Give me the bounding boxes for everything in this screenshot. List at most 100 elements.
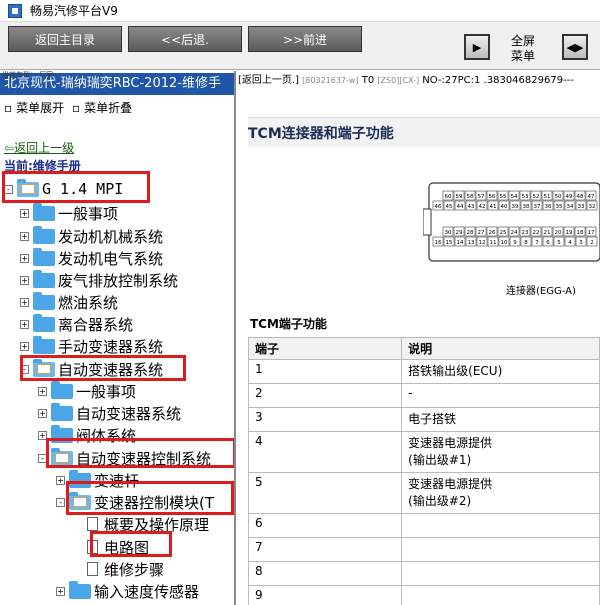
expand-toggle-icon[interactable]: +	[38, 408, 47, 418]
svg-text:4: 4	[568, 240, 572, 246]
doc-code: [80321637-w]	[302, 76, 359, 85]
tree-item[interactable]: + 输入速度传感器	[56, 580, 199, 602]
connector-pin: 51	[541, 190, 553, 201]
terminal-description	[401, 561, 600, 586]
folder-icon	[33, 335, 55, 354]
connector-pin: 19	[563, 226, 575, 237]
fullscreen-menu-button[interactable]: 全屏 菜单	[506, 34, 540, 64]
svg-text:35: 35	[556, 204, 563, 210]
expand-toggle-icon[interactable]: +	[20, 341, 29, 351]
table-row: 1 搭铁输出级(ECU)	[247, 359, 600, 384]
table-row: 6	[247, 513, 600, 538]
tree-item[interactable]: + 一般事项	[38, 380, 136, 402]
connector-pin: 17	[585, 226, 597, 237]
table-row: 9	[247, 585, 600, 605]
svg-text:47: 47	[588, 194, 595, 200]
connector-pin: 55	[497, 190, 509, 201]
svg-text:41: 41	[490, 204, 497, 210]
connector-pin: 40	[498, 200, 510, 211]
expand-toggle-icon[interactable]: +	[56, 586, 65, 596]
content-panel: [返回上一页.] [80321637-w] T0 [ZS0][CX-] NO-:…	[238, 71, 600, 605]
connector-pin: 45	[443, 200, 455, 211]
expand-icon: ▫	[4, 101, 13, 115]
tree-item[interactable]: + 发动机电气系统	[20, 247, 163, 269]
tree-item[interactable]: 维修步骤	[74, 558, 164, 580]
connector-pin: 3	[575, 236, 587, 247]
connector-label: 连接器(EGG-A)	[506, 286, 576, 297]
svg-text:33: 33	[578, 204, 585, 210]
highlight-box	[46, 438, 234, 468]
connector-pin: 35	[553, 200, 565, 211]
collapse-toggle-icon[interactable]: -	[56, 497, 65, 507]
svg-text:24: 24	[511, 230, 518, 236]
svg-text:56: 56	[489, 194, 496, 200]
fullscreen-label-1: 全屏	[510, 34, 535, 48]
svg-text:7: 7	[535, 240, 539, 246]
highlight-box	[2, 171, 150, 203]
folder-icon	[33, 313, 55, 332]
expand-toggle-icon[interactable]: +	[38, 386, 47, 396]
expand-toggle-icon[interactable]: +	[20, 275, 29, 285]
svg-text:43: 43	[468, 204, 475, 210]
menu-expand-button[interactable]: 菜单展开	[16, 101, 64, 115]
tree-item[interactable]: + 自动变速器系统	[38, 402, 181, 424]
terminal-description	[401, 537, 600, 562]
svg-text:48: 48	[577, 194, 584, 200]
doc-no: NO-:27PC:1 .383046829679---	[422, 75, 574, 86]
tree-item[interactable]: + 燃油系统	[20, 291, 118, 313]
back-up-label: 返回上一级	[14, 141, 75, 155]
tree-item[interactable]: + 一般事项	[20, 202, 118, 224]
terminal-description: -	[401, 383, 600, 408]
terminal-number: 6	[247, 513, 403, 538]
connector-pin: 30	[442, 226, 454, 237]
connector-pin: 8	[520, 236, 532, 247]
connector-pin: 25	[497, 226, 509, 237]
connector-pin: 57	[475, 190, 487, 201]
terminal-number: 2	[247, 383, 403, 408]
svg-text:25: 25	[500, 230, 507, 236]
menu-collapse-button[interactable]: 菜单折叠	[84, 101, 132, 115]
folder-icon	[33, 247, 55, 266]
tree-item[interactable]: + 发动机机械系统	[20, 225, 163, 247]
svg-text:44: 44	[457, 204, 464, 210]
svg-text:19: 19	[566, 230, 573, 236]
connector-pin: 16	[432, 236, 444, 247]
terminal-description	[401, 585, 600, 605]
back-button[interactable]: <<后退.	[128, 26, 242, 52]
expand-toggle-icon[interactable]: +	[20, 297, 29, 307]
connector-diagram: 60 59 58 57 56 55 54 53 52 51 50 49 48 4746 45 44 43 42 41…	[423, 182, 600, 262]
terminal-number: 5	[247, 472, 403, 514]
tree-item[interactable]: + 离合器系统	[20, 313, 133, 335]
terminal-number: 8	[247, 561, 403, 586]
home-button[interactable]: 返回主目录	[8, 26, 122, 52]
connector-pin: 5	[553, 236, 565, 247]
expand-toggle-icon[interactable]: +	[20, 208, 29, 218]
connector-pin: 38	[520, 200, 532, 211]
tree-item[interactable]: + 手动变速器系统	[20, 335, 163, 357]
connector-pin: 56	[486, 190, 498, 201]
connector-pin: 9	[509, 236, 521, 247]
svg-text:37: 37	[534, 204, 541, 210]
terminal-description: 电子搭铁	[401, 407, 600, 432]
back-page-link[interactable]: [返回上一页.]	[238, 75, 299, 86]
expand-panel-icon[interactable]: ▶	[464, 34, 490, 60]
connector-pin: 28	[464, 226, 476, 237]
doc-t0: T0	[361, 75, 375, 86]
back-up-link[interactable]: ⇦返回上一级	[4, 139, 74, 156]
terminal-description: 变速器电源提供 (输出级#1)	[401, 431, 600, 473]
col-terminal: 端子	[247, 337, 403, 360]
back-arrow-icon: ⇦	[4, 141, 15, 155]
svg-text:32: 32	[589, 204, 596, 210]
connector-pin: 2	[586, 236, 598, 247]
forward-button[interactable]: >>前进	[248, 26, 362, 52]
svg-text:14: 14	[457, 240, 464, 246]
connector-pin: 23	[519, 226, 531, 237]
tree-item[interactable]: + 废气排放控制系统	[20, 269, 178, 291]
connector-pin: 10	[498, 236, 510, 247]
split-panel-icon[interactable]: ◀▶	[562, 34, 588, 60]
expand-toggle-icon[interactable]: +	[20, 319, 29, 329]
expand-toggle-icon[interactable]: +	[20, 231, 29, 241]
connector-pin: 60	[442, 190, 454, 201]
expand-toggle-icon[interactable]: +	[20, 253, 29, 263]
expand-toggle-icon[interactable]: +	[56, 475, 65, 485]
